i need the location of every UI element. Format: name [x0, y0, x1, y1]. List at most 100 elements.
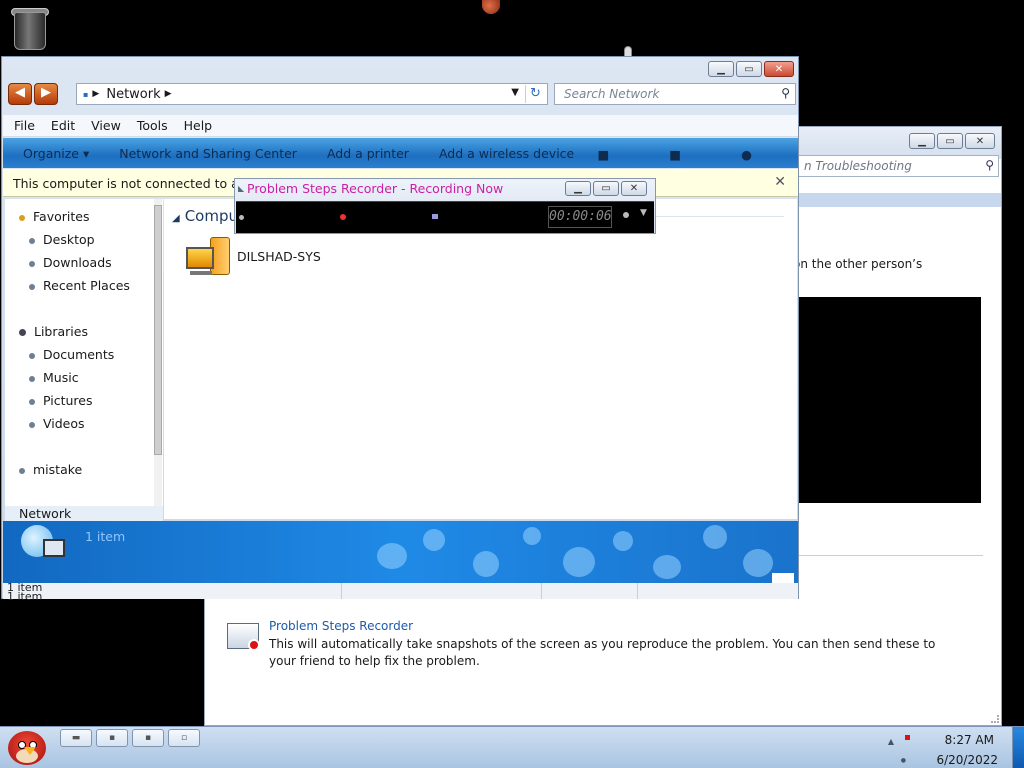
libraries-icon	[19, 329, 26, 336]
tray-volume-icon[interactable]: ●	[901, 757, 906, 764]
search-icon[interactable]: ⚲	[781, 86, 790, 100]
pause-record-button[interactable]	[239, 215, 244, 220]
item-count: 1 item	[85, 529, 126, 544]
pictures-icon	[29, 398, 35, 405]
taskbar-recorder-button[interactable]: ▫	[168, 729, 200, 747]
computer-icon[interactable]	[186, 237, 232, 277]
command-bar: Organize ▾ Network and Sharing Center Ad…	[3, 138, 798, 168]
network-sharing-center-button[interactable]: Network and Sharing Center	[119, 146, 297, 161]
view-options-icon[interactable]: ■	[597, 147, 609, 162]
group-header[interactable]: ◢ Compu	[172, 207, 238, 225]
status-bar: 1 item 1 item	[3, 582, 798, 602]
troubleshooting-search-input[interactable]: n Troubleshooting ⚲	[797, 155, 999, 177]
documents-icon	[29, 352, 35, 359]
resize-grip[interactable]	[991, 715, 999, 723]
nav-network[interactable]: Network	[5, 506, 163, 522]
maximize-button[interactable]: ▭	[593, 181, 619, 196]
divider	[799, 555, 983, 556]
menu-tools[interactable]: Tools	[137, 118, 168, 133]
recorder-icon: ◣	[238, 184, 245, 193]
recorder-toolbar: 00:00:06 ▼	[236, 201, 654, 233]
nav-scrollbar[interactable]	[154, 199, 162, 519]
nav-mistake[interactable]: mistake	[19, 462, 82, 477]
breadcrumb-arrow-icon[interactable]: ▶	[92, 89, 99, 99]
psr-link[interactable]: Problem Steps Recorder	[269, 619, 413, 633]
forward-button[interactable]: ▶	[34, 83, 58, 105]
nav-desktop[interactable]: Desktop	[29, 232, 95, 247]
start-button[interactable]	[4, 725, 50, 768]
close-button[interactable]: ✕	[965, 133, 995, 149]
minimize-button[interactable]: ▁	[565, 181, 591, 196]
recorder-title: Problem Steps Recorder - Recording Now	[247, 181, 504, 196]
content-pane: ◢ Compu DILSHAD-SYS	[164, 199, 797, 519]
navigation-pane: Favorites Desktop Downloads Recent Place…	[5, 199, 163, 519]
nav-videos[interactable]: Videos	[29, 416, 85, 431]
taskbar: ▬ ▪ ▪ ▫ ▲ ● 8:27 AM 6/20/2022	[0, 726, 1024, 768]
nav-favorites[interactable]: Favorites	[19, 209, 89, 224]
maximize-button[interactable]: ▭	[937, 133, 963, 149]
help-icon[interactable]: ●	[741, 147, 752, 162]
videos-icon	[29, 421, 35, 428]
breadcrumb-network[interactable]: Network	[106, 87, 160, 102]
homegroup-icon	[19, 467, 25, 474]
music-icon	[29, 375, 35, 382]
nav-libraries[interactable]: Libraries	[19, 324, 88, 339]
chevron-down-icon[interactable]: ▼	[640, 208, 647, 218]
menu-view[interactable]: View	[91, 118, 121, 133]
breadcrumb-arrow-icon[interactable]: ▶	[165, 89, 172, 99]
recycle-bin-icon[interactable]	[10, 6, 50, 52]
minimize-button[interactable]: ▁	[708, 61, 734, 77]
recording-timer: 00:00:06	[548, 206, 612, 228]
maximize-button[interactable]: ▭	[736, 61, 762, 77]
add-printer-button[interactable]: Add a printer	[327, 146, 409, 161]
tray-network-icon[interactable]: ▲	[888, 737, 894, 746]
chevron-down-icon[interactable]: ▼	[511, 87, 519, 98]
favorites-icon	[19, 214, 25, 221]
stop-record-button[interactable]	[340, 214, 346, 220]
menu-bar: File Edit View Tools Help	[3, 115, 798, 137]
show-desktop-button[interactable]	[1012, 727, 1024, 768]
computer-item-label[interactable]: DILSHAD-SYS	[237, 249, 321, 264]
monitor-icon	[43, 539, 65, 557]
minimize-button[interactable]: ▁	[909, 133, 935, 149]
close-icon[interactable]: ✕	[774, 174, 786, 190]
nav-downloads[interactable]: Downloads	[29, 255, 112, 270]
network-location-icon: ▪	[83, 89, 89, 99]
taskbar-explorer-button[interactable]: ▬	[60, 729, 92, 747]
close-button[interactable]: ✕	[621, 181, 647, 196]
nav-recent-places[interactable]: Recent Places	[29, 278, 130, 293]
nav-pictures[interactable]: Pictures	[29, 393, 93, 408]
clock-date[interactable]: 6/20/2022	[918, 753, 998, 767]
menu-edit[interactable]: Edit	[51, 118, 75, 133]
instruction-text: on the other person’s	[793, 257, 923, 271]
address-bar[interactable]: ▪ ▶ Network ▶ ▼ ↻	[76, 83, 548, 105]
close-button[interactable]: ✕	[764, 61, 794, 77]
menu-help[interactable]: Help	[184, 118, 213, 133]
network-explorer-window: ▁ ▭ ✕ ◀ ▶ ▪ ▶ Network ▶ ▼ ↻ Search Netwo…	[1, 56, 799, 602]
desktop-ball-icon	[482, 0, 500, 14]
add-wireless-device-button[interactable]: Add a wireless device	[439, 146, 574, 161]
menu-file[interactable]: File	[14, 118, 35, 133]
tray-alert-icon[interactable]	[905, 735, 910, 740]
taskbar-window-button[interactable]: ▪	[132, 729, 164, 747]
preview-pane-icon[interactable]: ■	[669, 147, 681, 162]
taskbar-media-button[interactable]: ▪	[96, 729, 128, 747]
search-icon[interactable]: ⚲	[985, 158, 994, 172]
back-button[interactable]: ◀	[8, 83, 32, 105]
troubleshooting-toolbar	[799, 193, 1001, 207]
details-pane: 1 item	[3, 521, 798, 583]
nav-music[interactable]: Music	[29, 370, 79, 385]
psr-description: This will automatically take snapshots o…	[269, 637, 936, 668]
clock-time[interactable]: 8:27 AM	[934, 733, 994, 747]
problem-steps-recorder-window: ◣ Problem Steps Recorder - Recording Now…	[234, 178, 656, 234]
recent-places-icon	[29, 283, 35, 290]
add-comment-button[interactable]	[432, 214, 438, 219]
organize-button[interactable]: Organize ▾	[23, 146, 89, 161]
help-button[interactable]	[623, 212, 629, 218]
downloads-icon	[29, 260, 35, 267]
search-input[interactable]: Search Network ⚲	[554, 83, 796, 105]
psr-icon	[227, 623, 260, 651]
nav-documents[interactable]: Documents	[29, 347, 114, 362]
desktop-icon	[29, 237, 35, 244]
refresh-icon[interactable]: ↻	[525, 85, 545, 103]
